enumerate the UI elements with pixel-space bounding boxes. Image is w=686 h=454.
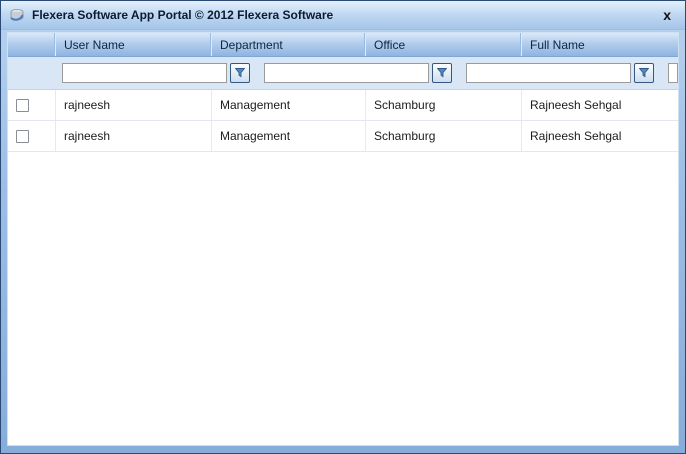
column-header-user-name[interactable]: User Name [56, 33, 212, 56]
app-portal-icon [9, 7, 25, 23]
funnel-icon [234, 67, 246, 79]
department-filter-button[interactable] [432, 63, 452, 83]
close-button[interactable]: x [661, 8, 673, 22]
row-checkbox[interactable] [16, 130, 29, 143]
office-cell: Schamburg [366, 121, 522, 151]
filter-cell-full-name [662, 57, 678, 89]
user-name-cell: rajneesh [56, 121, 212, 151]
user-name-filter-button[interactable] [230, 63, 250, 83]
office-cell: Schamburg [366, 90, 522, 120]
department-cell: Management [212, 121, 366, 151]
title-bar: Flexera Software App Portal © 2012 Flexe… [1, 1, 685, 30]
content-panel: User Name Department Office Full Name [7, 32, 679, 446]
full-name-cell: Rajneesh Sehgal [522, 90, 678, 120]
funnel-icon [436, 67, 448, 79]
window-title: Flexera Software App Portal © 2012 Flexe… [32, 8, 333, 22]
user-name-filter-input[interactable] [62, 63, 227, 83]
grid-empty-area [8, 152, 678, 445]
table-row[interactable]: rajneesh Management Schamburg Rajneesh S… [8, 121, 678, 152]
filter-cell-select [8, 57, 56, 89]
filter-cell-user-name [56, 57, 258, 89]
column-header-office[interactable]: Office [366, 33, 522, 56]
filter-cell-department [258, 57, 460, 89]
department-filter-input[interactable] [264, 63, 429, 83]
department-cell: Management [212, 90, 366, 120]
user-name-cell: rajneesh [56, 90, 212, 120]
window-frame: User Name Department Office Full Name [1, 30, 685, 453]
full-name-filter-input[interactable] [668, 63, 678, 83]
row-checkbox[interactable] [16, 99, 29, 112]
office-filter-button[interactable] [634, 63, 654, 83]
grid-filter-row [8, 57, 678, 90]
dialog-window: Flexera Software App Portal © 2012 Flexe… [0, 0, 686, 454]
column-header-department[interactable]: Department [212, 33, 366, 56]
column-header-full-name[interactable]: Full Name [522, 33, 678, 56]
grid-header-row: User Name Department Office Full Name [8, 33, 678, 57]
filter-cell-office [460, 57, 662, 89]
table-row[interactable]: rajneesh Management Schamburg Rajneesh S… [8, 90, 678, 121]
office-filter-input[interactable] [466, 63, 631, 83]
row-select-cell [8, 121, 56, 151]
users-grid: User Name Department Office Full Name [8, 33, 678, 445]
full-name-cell: Rajneesh Sehgal [522, 121, 678, 151]
column-header-select[interactable] [8, 33, 56, 56]
funnel-icon [638, 67, 650, 79]
row-select-cell [8, 90, 56, 120]
